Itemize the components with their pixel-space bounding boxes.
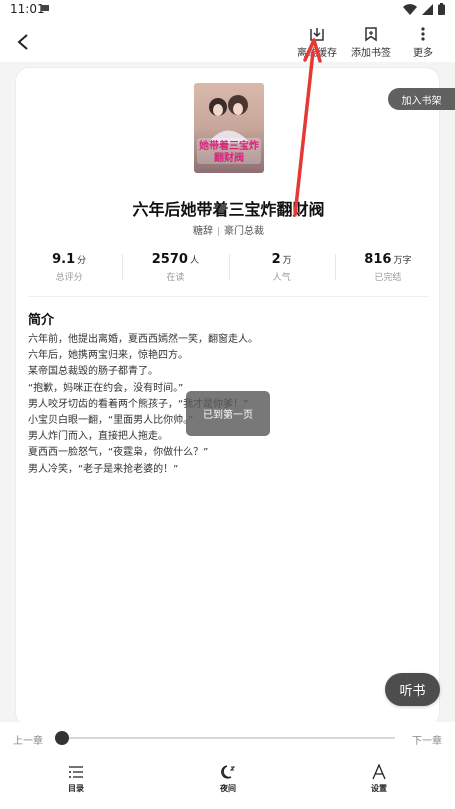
stat-popularity: 2万 人气 [228, 248, 335, 288]
intro-line: 夏西西一脸怒气，“夜霆枭，你做什么？” [28, 447, 209, 459]
first-page-toast: 已到第一页 [186, 391, 270, 436]
notification-icon [41, 5, 49, 11]
night-label: 夜间 [220, 784, 236, 793]
stat-word-count: 816 万字 已完结 [334, 248, 441, 288]
intro-line: 六年后，她携两宝归来，惊艳四方。 [28, 350, 188, 362]
wifi-icon [403, 3, 417, 15]
cover-title-text: 她带着三宝炸翻财阀 [199, 141, 259, 164]
stat-value: 2570 [151, 252, 188, 267]
more-label: 更多 [413, 48, 433, 59]
intro-line: 六年前，他提出离婚，夏西西嫣然一笑，翻窗走人。 [28, 334, 258, 345]
stat-unit: 万字 [393, 256, 412, 266]
stat-readers: 2570 人 在读 [122, 248, 228, 288]
night-mode-button[interactable]: 夜间 [198, 764, 258, 794]
book-title: 六年后她带着三宝炸翻财阀 [132, 200, 325, 219]
stat-rating: 9.1 分 总评分 [16, 248, 122, 288]
chapter-progress-slider[interactable] [60, 737, 395, 739]
more-vertical-icon [421, 27, 425, 41]
settings-button[interactable]: 设置 [349, 764, 409, 794]
reader-bottom-panel: 上一章 下一章 目录 夜间 设置 [0, 722, 455, 809]
catalog-button[interactable]: 目录 [46, 764, 106, 794]
more-button[interactable]: 更多 [413, 26, 433, 59]
stat-label: 已完结 [374, 273, 402, 283]
offline-cache-label: 离线缓存 [297, 48, 337, 59]
prev-chapter-button[interactable]: 上一章 [13, 732, 43, 747]
status-bar: 11:01 [0, 0, 455, 20]
font-settings-icon [372, 764, 386, 780]
intro-line: 某帝国总裁毁的肠子都青了。 [28, 366, 158, 378]
signal-icon [422, 3, 433, 15]
battery-icon [438, 3, 445, 15]
back-button[interactable] [10, 29, 36, 55]
settings-label: 设置 [371, 784, 387, 793]
book-cover[interactable]: 她带着三宝炸翻财阀 [194, 83, 264, 173]
stat-label: 总评分 [55, 273, 83, 283]
download-icon [310, 28, 324, 41]
reader-top-bar: 离线缓存 添加书签 更多 [0, 20, 455, 62]
moon-icon [221, 765, 236, 779]
list-icon [69, 766, 83, 778]
stat-value: 816 [364, 252, 392, 267]
book-stats: 9.1 分 总评分 2570 人 在读 2万 人气 816 万字 已完结 [16, 248, 441, 288]
stat-unit: 人 [189, 256, 199, 266]
offline-cache-button[interactable]: 离线缓存 [297, 26, 337, 59]
divider [28, 296, 429, 297]
stat-value: 9.1 [52, 252, 76, 267]
add-bookmark-button[interactable]: 添加书签 [351, 26, 391, 59]
back-arrow-icon [17, 34, 28, 50]
stat-label: 人气 [272, 273, 291, 283]
book-author[interactable]: 糖辞 [193, 226, 213, 237]
add-to-shelf-button[interactable]: 加入书架 [388, 88, 455, 110]
meta-separator [218, 226, 219, 236]
stat-label: 在读 [166, 273, 185, 283]
catalog-label: 目录 [68, 784, 84, 793]
intro-heading: 简介 [28, 313, 55, 328]
stat-value: 2 [271, 252, 281, 267]
book-category[interactable]: 豪门总裁 [224, 226, 264, 237]
book-meta: 糖辞 豪门总裁 [16, 222, 441, 237]
add-bookmark-label: 添加书签 [351, 48, 391, 59]
status-icons [403, 3, 445, 15]
progress-thumb[interactable] [55, 731, 69, 745]
intro-line: 男人冷笑，“老子是来抢老婆的！” [28, 463, 179, 475]
stat-unit: 分 [77, 256, 87, 266]
bookmark-icon [365, 27, 377, 42]
stat-unit: 万 [282, 256, 292, 266]
listen-button[interactable]: 听书 [385, 673, 440, 706]
next-chapter-button[interactable]: 下一章 [412, 732, 442, 747]
